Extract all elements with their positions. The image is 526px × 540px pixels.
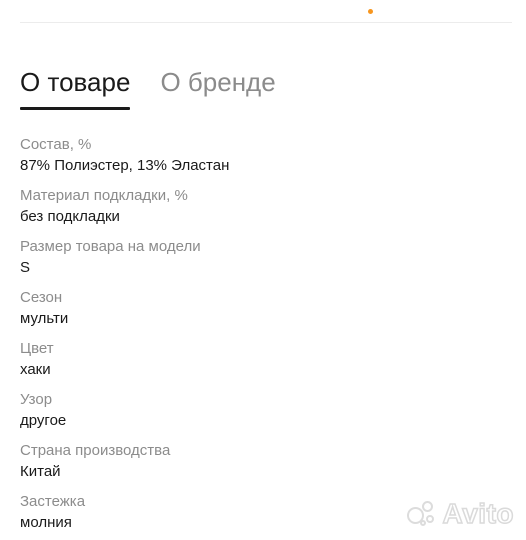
param-color: Цвет хаки — [20, 340, 506, 391]
tab-about-brand[interactable]: О бренде — [160, 66, 275, 110]
gallery-pagination — [368, 9, 373, 14]
param-value: другое — [20, 412, 67, 429]
avito-logo-icon — [406, 501, 437, 527]
param-label: Размер товара на модели — [20, 238, 201, 255]
tab-about-brand-label: О бренде — [160, 67, 276, 97]
param-lining-material: Материал подкладки, % без подкладки — [20, 187, 506, 238]
gallery-dot-active[interactable] — [368, 9, 373, 14]
tab-about-product[interactable]: О товаре — [20, 66, 131, 110]
param-composition: Состав, % 87% Полиэстер, 13% Эластан — [20, 136, 506, 187]
param-model-size: Размер товара на модели S — [20, 238, 506, 289]
product-details-page: О товаре О бренде Состав, % 87% Полиэсте… — [0, 0, 526, 540]
param-country: Страна производства Китай — [20, 442, 506, 493]
param-value: без подкладки — [20, 208, 120, 225]
avito-watermark: Avito — [406, 497, 514, 530]
param-season: Сезон мульти — [20, 289, 506, 340]
divider — [20, 22, 512, 23]
product-params-list: Состав, % 87% Полиэстер, 13% Эластан Мат… — [20, 136, 506, 540]
param-label: Узор — [20, 391, 53, 408]
watermark-text: Avito — [442, 497, 514, 530]
param-label: Сезон — [20, 289, 63, 306]
tab-about-product-label: О товаре — [20, 67, 131, 97]
param-value: Китай — [20, 463, 61, 480]
param-value: 87% Полиэстер, 13% Эластан — [20, 157, 230, 174]
param-label: Материал подкладки, % — [20, 187, 188, 204]
param-label: Цвет — [20, 340, 54, 357]
param-label: Состав, % — [20, 136, 92, 153]
param-pattern: Узор другое — [20, 391, 506, 442]
param-label: Страна производства — [20, 442, 171, 459]
param-value: мульти — [20, 310, 69, 327]
param-value: хаки — [20, 361, 51, 378]
param-value: S — [20, 259, 31, 276]
tabs: О товаре О бренде — [20, 66, 276, 110]
